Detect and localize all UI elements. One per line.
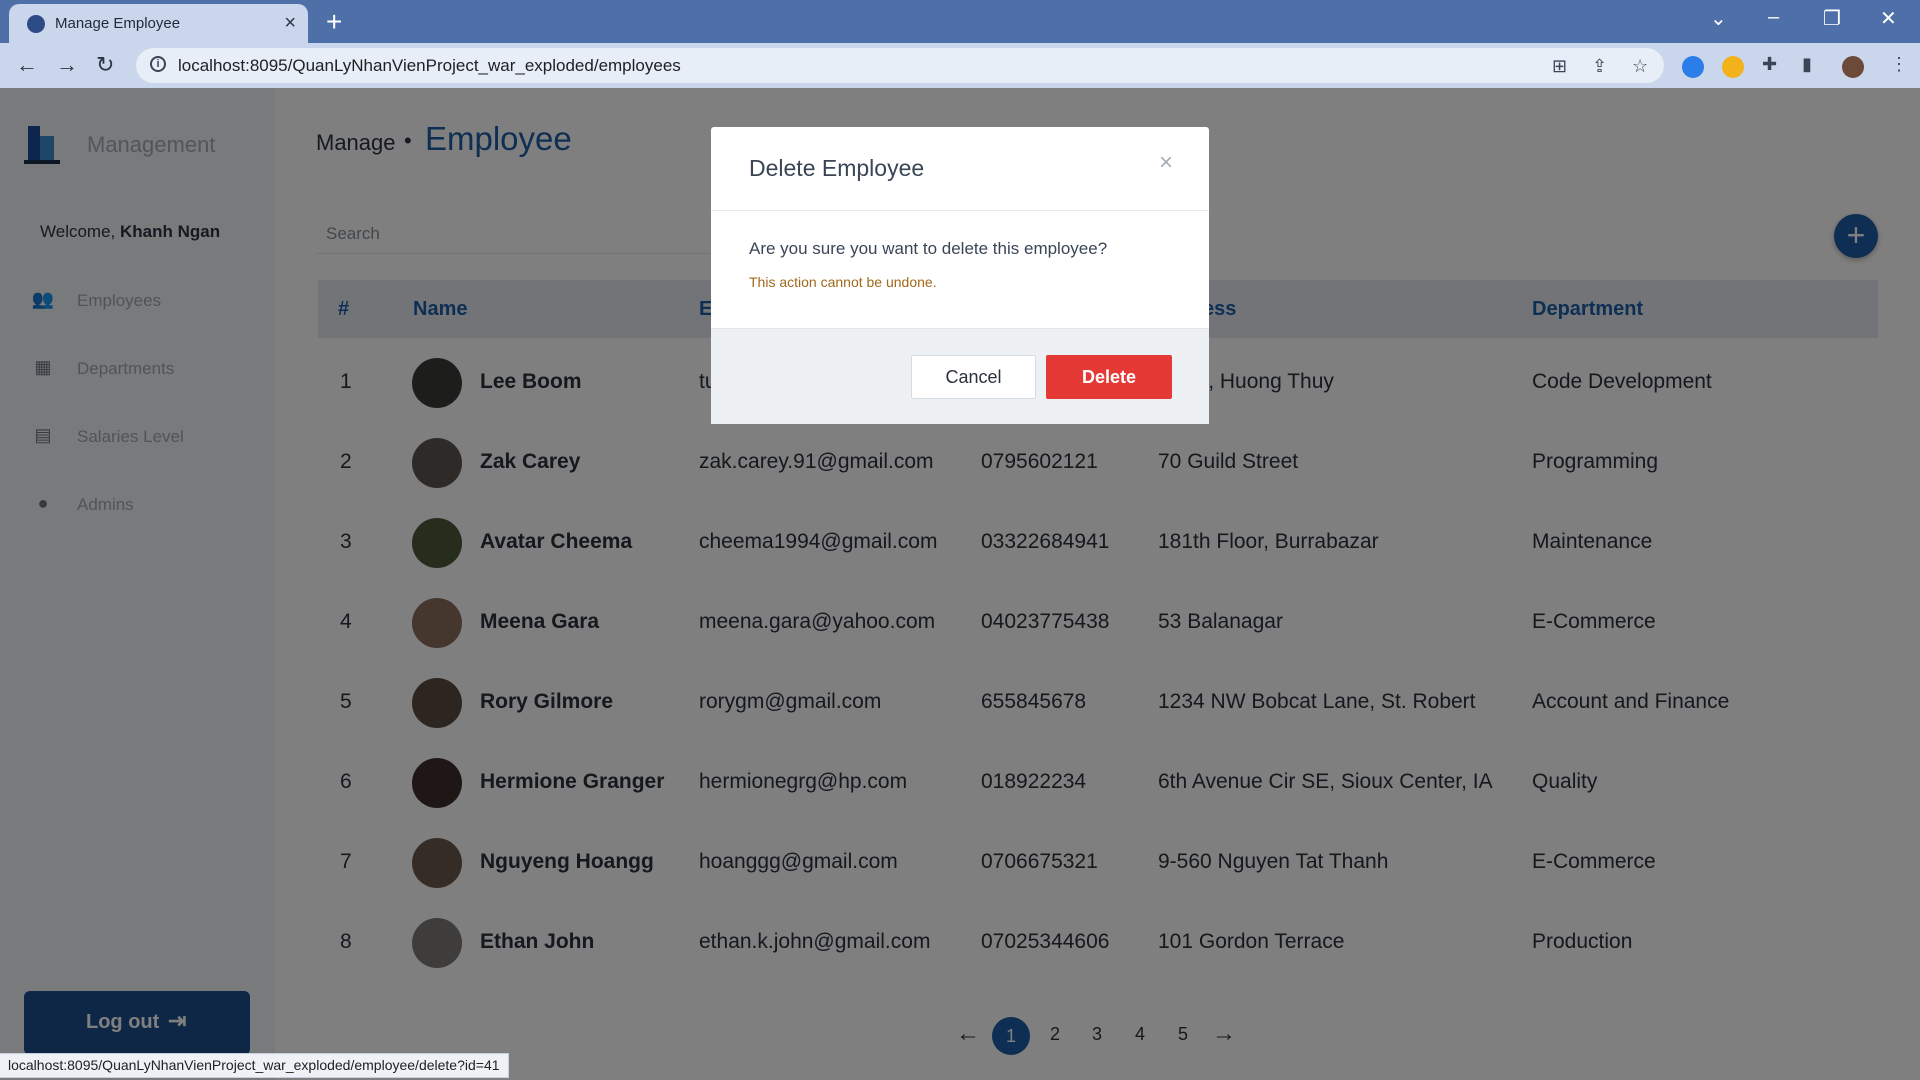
- close-icon[interactable]: ×: [1159, 149, 1173, 177]
- delete-employee-dialog: Delete Employee × Are you sure you want …: [711, 127, 1209, 424]
- translate-icon[interactable]: ⊞: [1552, 56, 1567, 77]
- extension-chrome-icon[interactable]: [1722, 56, 1744, 78]
- minimize-icon[interactable]: –: [1768, 6, 1779, 29]
- share-icon[interactable]: ⇪: [1592, 56, 1607, 77]
- url-field[interactable]: i localhost:8095/QuanLyNhanVienProject_w…: [136, 48, 1664, 83]
- address-bar: ← → ↻ i localhost:8095/QuanLyNhanVienPro…: [0, 43, 1920, 88]
- dialog-header: Delete Employee ×: [711, 127, 1209, 211]
- tab-title: Manage Employee: [55, 15, 181, 32]
- cancel-button[interactable]: Cancel: [911, 355, 1036, 399]
- dialog-title: Delete Employee: [749, 155, 925, 181]
- profile-avatar[interactable]: [1842, 56, 1864, 78]
- bookmark-star-icon[interactable]: ☆: [1632, 56, 1648, 77]
- close-tab-icon[interactable]: ×: [284, 12, 296, 35]
- reload-icon[interactable]: ↻: [96, 52, 114, 78]
- status-bar-url: localhost:8095/QuanLyNhanVienProject_war…: [0, 1053, 509, 1078]
- globe-icon: [27, 15, 45, 33]
- delete-button[interactable]: Delete: [1046, 355, 1172, 399]
- browser-tab[interactable]: Manage Employee ×: [9, 4, 308, 43]
- side-panel-icon[interactable]: ▮: [1802, 54, 1812, 75]
- extension-shazam-icon[interactable]: [1682, 56, 1704, 78]
- menu-kebab-icon[interactable]: ⋮: [1890, 54, 1908, 75]
- back-icon[interactable]: ←: [16, 52, 38, 78]
- confirm-question: Are you sure you want to delete this emp…: [749, 239, 1108, 258]
- browser-tab-bar: Manage Employee × + ⌄ – ❐ ✕: [0, 0, 1920, 43]
- forward-icon[interactable]: →: [56, 52, 78, 78]
- extensions-puzzle-icon[interactable]: ✚: [1762, 54, 1777, 75]
- new-tab-icon[interactable]: +: [326, 6, 342, 38]
- tab-search-icon[interactable]: ⌄: [1710, 6, 1727, 31]
- url-text: localhost:8095/QuanLyNhanVienProject_war…: [178, 56, 681, 75]
- close-window-icon[interactable]: ✕: [1880, 6, 1897, 31]
- site-info-icon[interactable]: i: [150, 56, 166, 72]
- dialog-footer: Cancel Delete: [711, 328, 1209, 424]
- restore-icon[interactable]: ❐: [1823, 6, 1841, 31]
- dialog-body: Are you sure you want to delete this emp…: [711, 211, 1209, 328]
- warning-text: This action cannot be undone.: [749, 274, 937, 290]
